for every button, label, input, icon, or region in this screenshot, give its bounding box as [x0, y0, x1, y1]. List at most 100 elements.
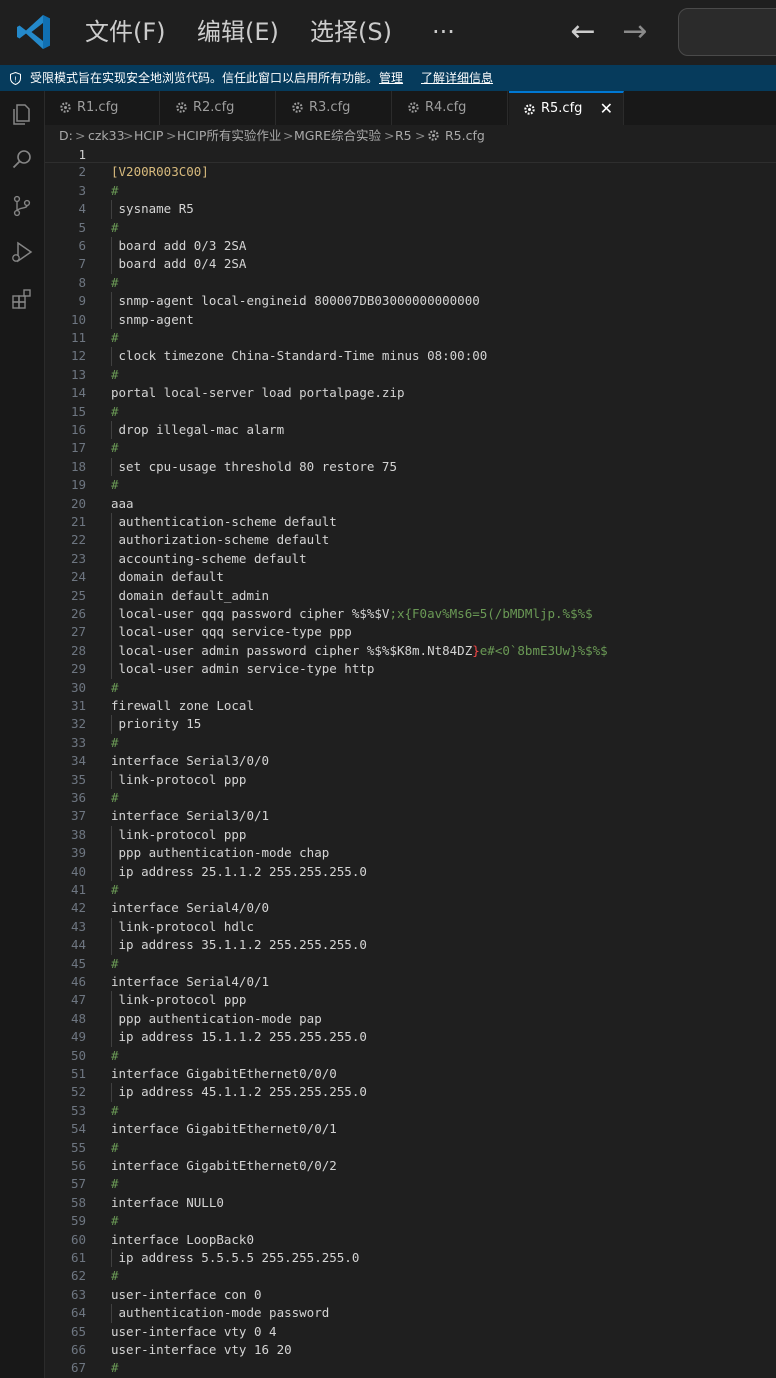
tab-r2[interactable]: R2.cfg	[161, 91, 276, 125]
menu-edit[interactable]: 编辑(E)	[197, 14, 279, 50]
code-line[interactable]: 10 snmp-agent	[45, 311, 776, 329]
code-line[interactable]: 37 interface Serial3/0/1	[45, 807, 776, 825]
code-line[interactable]: 65 user-interface vty 0 4	[45, 1323, 776, 1341]
code-line[interactable]: 14 portal local-server load portalpage.zi…	[45, 384, 776, 402]
code-line[interactable]: 63 user-interface con 0	[45, 1286, 776, 1304]
source-control-icon[interactable]	[10, 194, 34, 218]
code-line[interactable]: 3 #	[45, 182, 776, 200]
code-line[interactable]: 6 board add 0/3 2SA	[45, 237, 776, 255]
code-line[interactable]: 44 ip address 35.1.1.2 255.255.255.0	[45, 936, 776, 954]
code-line[interactable]: 57 #	[45, 1175, 776, 1193]
code-line[interactable]: 55 #	[45, 1139, 776, 1157]
code-line[interactable]: 15 #	[45, 403, 776, 421]
run-debug-icon[interactable]	[10, 240, 34, 264]
forward-arrow-icon[interactable]: →	[617, 14, 653, 50]
code-line[interactable]: 21 authentication-scheme default	[45, 513, 776, 531]
code-line[interactable]: 1	[45, 147, 776, 164]
tab-r4[interactable]: R4.cfg	[393, 91, 508, 125]
code-line[interactable]: 62 #	[45, 1267, 776, 1285]
code-line[interactable]: 8 #	[45, 274, 776, 292]
code-line[interactable]: 25 domain default_admin	[45, 587, 776, 605]
learn-more-link[interactable]: 了解详细信息	[421, 65, 493, 91]
code-line[interactable]: 20 aaa	[45, 495, 776, 513]
breadcrumb-item[interactable]: D:	[59, 125, 73, 147]
code-line[interactable]: 64 authentication-mode password	[45, 1304, 776, 1322]
code-line[interactable]: 28 local-user admin password cipher %$%$…	[45, 642, 776, 660]
code-line[interactable]: 11 #	[45, 329, 776, 347]
code-line[interactable]: 31 firewall zone Local	[45, 697, 776, 715]
code-line[interactable]: 4 sysname R5	[45, 200, 776, 218]
code-line[interactable]: 2 [V200R003C00]	[45, 163, 776, 181]
explorer-icon[interactable]	[10, 102, 34, 126]
line-number: 18	[70, 458, 86, 474]
tab-r5[interactable]: R5.cfg ✕	[509, 91, 624, 126]
code-line[interactable]: 43 link-protocol hdlc	[45, 918, 776, 936]
code-line[interactable]: 23 accounting-scheme default	[45, 550, 776, 568]
code-line[interactable]: 58 interface NULL0	[45, 1194, 776, 1212]
code-line[interactable]: 48 ppp authentication-mode pap	[45, 1010, 776, 1028]
code-line[interactable]: 35 link-protocol ppp	[45, 771, 776, 789]
manage-link[interactable]: 管理	[379, 65, 403, 91]
code-editor[interactable]: 1 2 [V200R003C00] 3 #4 sysname R5 5 #6 board a…	[45, 147, 776, 1378]
code-line[interactable]: 40 ip address 25.1.1.2 255.255.255.0	[45, 863, 776, 881]
breadcrumb-item[interactable]: R5.cfg	[445, 125, 485, 147]
code-line[interactable]: 29 local-user admin service-type http	[45, 660, 776, 678]
code-line[interactable]: 19 #	[45, 476, 776, 494]
menu-select[interactable]: 选择(S)	[310, 14, 392, 50]
extensions-icon[interactable]	[10, 287, 34, 311]
code-line[interactable]: 42 interface Serial4/0/0	[45, 899, 776, 917]
code-line[interactable]: 13 #	[45, 366, 776, 384]
code-line[interactable]: 39 ppp authentication-mode chap	[45, 844, 776, 862]
code-line[interactable]: 45 #	[45, 955, 776, 973]
code-line[interactable]: 12 clock timezone China-Standard-Time mi…	[45, 347, 776, 365]
back-arrow-icon[interactable]: ←	[565, 14, 601, 50]
tab-r3[interactable]: R3.cfg	[277, 91, 392, 125]
code-line[interactable]: 5 #	[45, 219, 776, 237]
line-text: #	[111, 1360, 119, 1376]
line-number: 9	[78, 293, 86, 309]
code-line[interactable]: 38 link-protocol ppp	[45, 826, 776, 844]
code-line[interactable]: 52 ip address 45.1.1.2 255.255.255.0	[45, 1083, 776, 1101]
code-line[interactable]: 33 #	[45, 734, 776, 752]
breadcrumb-item[interactable]: czk33	[88, 125, 125, 147]
code-line[interactable]: 54 interface GigabitEthernet0/0/1	[45, 1120, 776, 1138]
code-line[interactable]: 56 interface GigabitEthernet0/0/2	[45, 1157, 776, 1175]
code-line[interactable]: 17 #	[45, 439, 776, 457]
code-line[interactable]: 41 #	[45, 881, 776, 899]
code-line[interactable]: 49 ip address 15.1.1.2 255.255.255.0	[45, 1028, 776, 1046]
code-line[interactable]: 32 priority 15	[45, 715, 776, 733]
code-line[interactable]: 26 local-user qqq password cipher %$%$V;…	[45, 605, 776, 623]
close-icon[interactable]: ✕	[600, 93, 613, 125]
code-line[interactable]: 61 ip address 5.5.5.5 255.255.255.0	[45, 1249, 776, 1267]
code-line[interactable]: 66 user-interface vty 16 20	[45, 1341, 776, 1359]
tab-r1[interactable]: R1.cfg	[45, 91, 160, 125]
search-icon[interactable]	[10, 147, 34, 171]
code-line[interactable]: 7 board add 0/4 2SA	[45, 255, 776, 273]
code-line[interactable]: 53 #	[45, 1102, 776, 1120]
breadcrumb-item[interactable]: HCIP	[134, 125, 163, 147]
code-line[interactable]: 30 #	[45, 679, 776, 697]
code-line[interactable]: 36 #	[45, 789, 776, 807]
code-line[interactable]: 50 #	[45, 1047, 776, 1065]
code-line[interactable]: 67 #	[45, 1359, 776, 1377]
command-center-search[interactable]	[678, 8, 776, 56]
code-line[interactable]: 51 interface GigabitEthernet0/0/0	[45, 1065, 776, 1083]
code-line[interactable]: 59 #	[45, 1212, 776, 1230]
code-line[interactable]: 22 authorization-scheme default	[45, 531, 776, 549]
indent-guide	[111, 292, 112, 329]
code-line[interactable]: 34 interface Serial3/0/0	[45, 752, 776, 770]
breadcrumb-item[interactable]: MGRE综合实验	[294, 125, 381, 147]
breadcrumb-item[interactable]: HCIP所有实验作业	[177, 125, 281, 147]
code-line[interactable]: 60 interface LoopBack0	[45, 1231, 776, 1249]
code-line[interactable]: 46 interface Serial4/0/1	[45, 973, 776, 991]
code-line[interactable]: 27 local-user qqq service-type ppp	[45, 623, 776, 641]
code-line[interactable]: 9 snmp-agent local-engineid 800007DB0300…	[45, 292, 776, 310]
code-line[interactable]: 18 set cpu-usage threshold 80 restore 75	[45, 458, 776, 476]
code-line[interactable]: 24 domain default	[45, 568, 776, 586]
line-text: #	[111, 734, 119, 750]
menu-more[interactable]: ···	[432, 14, 455, 50]
code-line[interactable]: 16 drop illegal-mac alarm	[45, 421, 776, 439]
breadcrumb-item[interactable]: R5	[395, 125, 412, 147]
code-line[interactable]: 47 link-protocol ppp	[45, 991, 776, 1009]
menu-file[interactable]: 文件(F)	[85, 14, 166, 50]
